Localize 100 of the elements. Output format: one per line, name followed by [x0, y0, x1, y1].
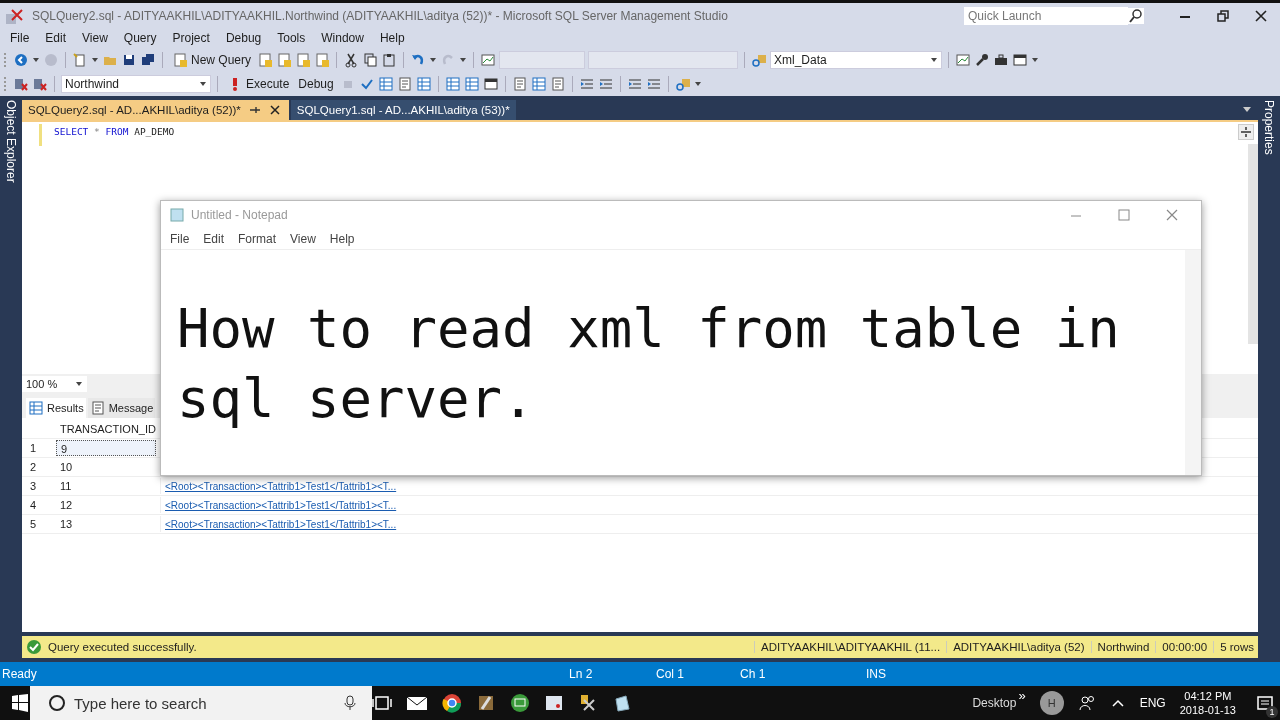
- grid-icon[interactable]: [444, 76, 461, 92]
- menu-item[interactable]: File: [163, 232, 197, 246]
- connect-icon[interactable]: [32, 76, 48, 92]
- database-dropdown[interactable]: Northwind: [61, 75, 211, 93]
- find-icon[interactable]: [674, 76, 691, 92]
- dropdown-icon[interactable]: [1242, 104, 1252, 114]
- clock-date[interactable]: 2018-01-13: [1179, 703, 1236, 717]
- results-tab[interactable]: Results: [26, 398, 86, 418]
- save-icon[interactable]: [121, 52, 137, 68]
- status-text: Ln 2: [569, 667, 594, 681]
- desktop-toolbar-label[interactable]: Desktop: [972, 696, 1017, 710]
- chevron-button[interactable]: »: [1018, 688, 1026, 703]
- restore-icon[interactable]: [1215, 7, 1231, 24]
- tools-app-icon[interactable]: [578, 693, 598, 713]
- find-icon[interactable]: [751, 52, 768, 68]
- window-icon[interactable]: [482, 76, 499, 92]
- language-indicator[interactable]: ENG: [1139, 696, 1166, 710]
- status-segment: ADITYAAKHIL\aditya (52): [946, 641, 1085, 653]
- menu-item[interactable]: View: [283, 232, 323, 246]
- split-icon[interactable]: [1238, 124, 1254, 140]
- execute-button[interactable]: Execute: [224, 75, 293, 93]
- menu-item[interactable]: Debug: [217, 31, 270, 45]
- status-segment: 00:00:00: [1155, 641, 1208, 653]
- grid-icon[interactable]: [530, 76, 547, 92]
- remote-app-icon[interactable]: [510, 693, 530, 713]
- save-all-icon[interactable]: [140, 52, 156, 68]
- table-cell[interactable]: 11: [56, 478, 161, 494]
- notepad-app-icon[interactable]: [612, 693, 632, 713]
- text-area[interactable]: How to read xml from table in sql server.: [161, 250, 1185, 475]
- row-number: 1: [29, 442, 38, 454]
- xml-link[interactable]: <Root><Transaction><Tattrib1>Test1</Tattrib1><T...: [165, 519, 397, 530]
- status-segment: 5 rows: [1213, 641, 1254, 653]
- text-results-icon[interactable]: [549, 76, 566, 92]
- menu-item[interactable]: Format: [231, 232, 284, 246]
- query-icon[interactable]: [276, 52, 293, 68]
- taskbar-search-field[interactable]: Type here to search: [30, 686, 372, 720]
- indent-icon[interactable]: [597, 76, 614, 92]
- new-query-button[interactable]: New Query: [169, 51, 255, 69]
- back-icon[interactable]: [13, 52, 29, 68]
- query-icon[interactable]: [295, 52, 312, 68]
- task-view-icon[interactable]: [372, 694, 392, 712]
- clock-time[interactable]: 04:12 PM: [1184, 689, 1232, 703]
- indent-icon[interactable]: [578, 76, 595, 92]
- window-app-icon[interactable]: [544, 693, 564, 713]
- search-icon: [1128, 7, 1144, 24]
- paste-icon[interactable]: [381, 52, 398, 68]
- cut-icon[interactable]: [343, 52, 360, 68]
- table-cell[interactable]: 9: [56, 440, 156, 456]
- status-text: Ready: [1, 667, 38, 681]
- document-tab[interactable]: SQLQuery2.sql - AD...AKHIL\aditya (52))*: [22, 100, 289, 120]
- vertical-scrollbar[interactable]: [1185, 250, 1201, 475]
- close-icon[interactable]: [1253, 7, 1269, 24]
- menu-item[interactable]: Edit: [196, 232, 232, 246]
- windows-start-icon[interactable]: [10, 693, 30, 713]
- query-icon[interactable]: [257, 52, 274, 68]
- menu-item[interactable]: View: [74, 31, 116, 45]
- user-avatar[interactable]: H: [1039, 691, 1064, 715]
- menu-item[interactable]: Help: [371, 31, 413, 45]
- menu-item[interactable]: File: [2, 31, 38, 45]
- indent-icon[interactable]: [645, 76, 662, 92]
- window-icon[interactable]: [1012, 52, 1029, 68]
- properties-tab[interactable]: Properties: [1262, 100, 1276, 155]
- grid-icon[interactable]: [377, 76, 394, 92]
- document-text: How to read xml from table in sql server.: [177, 296, 1121, 432]
- browser-icon[interactable]: [442, 693, 462, 713]
- object-explorer-tab[interactable]: Object Explorer: [4, 100, 18, 183]
- status-text: Ch 1: [740, 667, 767, 681]
- notification-button[interactable]: 1: [1250, 688, 1280, 718]
- chart-icon[interactable]: [480, 52, 497, 68]
- vertical-scrollbar[interactable]: [1248, 144, 1258, 344]
- menu-item[interactable]: Tools: [269, 31, 314, 45]
- menu-item[interactable]: Query: [115, 31, 165, 45]
- debug-button[interactable]: Debug: [295, 76, 337, 92]
- menu-item[interactable]: Window: [313, 31, 372, 45]
- people-icon[interactable]: [1077, 694, 1096, 712]
- menu-item[interactable]: Project: [164, 31, 218, 45]
- quick-launch-field[interactable]: Quick Launch: [964, 6, 1128, 25]
- text-results-icon[interactable]: [396, 76, 413, 92]
- query-icon: [172, 52, 188, 68]
- query-icon[interactable]: [314, 52, 331, 68]
- xml-link[interactable]: <Root><Transaction><Tattrib1>Test1</Tattrib1><T...: [165, 500, 397, 511]
- grid-icon[interactable]: [415, 76, 432, 92]
- toolbox-icon[interactable]: [993, 52, 1010, 68]
- solution-dropdown[interactable]: Xml_Data: [770, 51, 943, 69]
- wrench-icon[interactable]: [974, 52, 991, 68]
- document-tab[interactable]: SQLQuery1.sql - AD...AKHIL\aditya (53))*: [290, 100, 516, 120]
- media-app-icon[interactable]: [476, 693, 496, 713]
- text-results-icon: [89, 400, 106, 416]
- copy-icon[interactable]: [362, 52, 379, 68]
- zoom-dropdown[interactable]: 100 %: [22, 376, 88, 392]
- chart-icon[interactable]: [955, 52, 972, 68]
- menu-item[interactable]: Help: [322, 232, 362, 246]
- results-tab[interactable]: Message: [87, 398, 156, 418]
- indent-icon[interactable]: [626, 76, 643, 92]
- xml-link[interactable]: <Root><Transaction><Tattrib1>Test1</Tattrib1><T...: [165, 481, 397, 492]
- menu-item[interactable]: Edit: [37, 31, 75, 45]
- connect-icon[interactable]: [13, 76, 29, 92]
- table-cell[interactable]: 13: [56, 516, 161, 532]
- text-results-icon[interactable]: [511, 76, 528, 92]
- table-cell[interactable]: 12: [56, 497, 161, 513]
